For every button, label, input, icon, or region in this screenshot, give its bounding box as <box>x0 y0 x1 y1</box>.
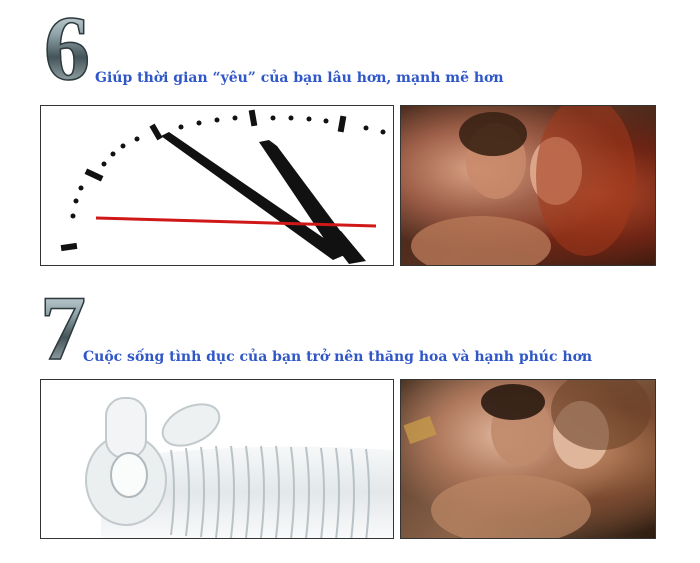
section-number: 6 <box>43 0 91 99</box>
section-headline: Giúp thời gian “yêu” của bạn lâu hơn, mạ… <box>95 70 504 86</box>
section-headline: Cuộc sống tình dục của bạn trở nên thăng… <box>83 349 593 365</box>
couple-photo-2 <box>400 379 656 539</box>
device-image <box>40 379 394 539</box>
clock-image <box>40 105 394 266</box>
couple-photo-1 <box>400 105 656 266</box>
sleeve-device-icon <box>85 397 393 538</box>
feature-section-7: 7 Cuộc sống tình dục của bạn trở nên thă… <box>0 277 700 563</box>
clock-icon <box>60 109 386 264</box>
section-number: 7 <box>39 277 87 379</box>
feature-section-6: 6 Giúp thời gian “yêu” của bạn lâu hơn, … <box>0 0 700 280</box>
